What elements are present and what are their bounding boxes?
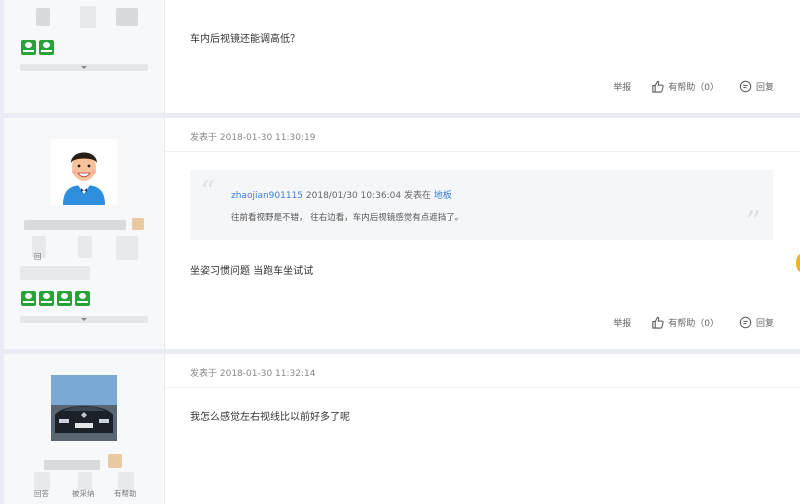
level-badge-icon: [21, 40, 36, 55]
blurred-user-stat: [36, 8, 50, 26]
blurred-user-stat: [20, 266, 90, 280]
reply-button[interactable]: 回复: [739, 316, 774, 329]
blurred-user-stat: [80, 6, 96, 28]
quote-time: 2018/01/30 10:36:04: [305, 191, 402, 201]
quote-user-link[interactable]: zhaojian901115: [231, 191, 303, 201]
reply-icon: [739, 80, 752, 93]
floating-tool-icon[interactable]: [796, 254, 800, 272]
post-timestamp: 发表于 2018-01-30 11:30:19: [190, 133, 316, 143]
post-2: 回 发表于 2018-01-30 11:30:19 “ zhaojian9011…: [4, 118, 800, 349]
expand-arrow-icon[interactable]: [81, 318, 87, 321]
level-badge-icon: [39, 40, 54, 55]
side-stat-accepted: 被采纳: [72, 489, 95, 498]
post-actions: 举报 有帮助（0） 回复: [593, 316, 774, 329]
level-badge-icon: [57, 291, 72, 306]
blurred-username: [24, 220, 126, 230]
post-3-body: 发表于 2018-01-30 11:32:14 我怎么感觉左右视线比以前好多了呢: [165, 354, 800, 504]
blurred-user-stat: [78, 236, 92, 258]
thumbs-up-icon: [652, 316, 664, 329]
quote-block: “ zhaojian901115 2018/01/30 10:36:04 发表在…: [190, 170, 773, 240]
quote-floor-link[interactable]: 地板: [434, 191, 452, 201]
side-stat-label: 回: [34, 252, 42, 261]
blurred-user-stat: [116, 8, 138, 26]
reply-label: 回复: [755, 319, 774, 329]
post-1-body: 车内后视镜还能调高低？ 举报 有帮助（0） 回复: [165, 0, 800, 113]
side-stat-helpful: 有帮助: [114, 489, 137, 498]
reply-label: 回复: [755, 83, 774, 93]
report-label: 举报: [613, 319, 632, 329]
post-2-body: 发表于 2018-01-30 11:30:19 “ zhaojian901115…: [165, 118, 800, 349]
open-quote-icon: “: [200, 175, 216, 210]
avatar[interactable]: [51, 375, 117, 441]
divider: [165, 151, 800, 152]
level-badge-icon: [39, 291, 54, 306]
report-label: 举报: [613, 83, 632, 93]
post-1: 车内后视镜还能调高低？ 举报 有帮助（0） 回复: [4, 0, 800, 113]
level-bar-icon: [108, 454, 122, 468]
close-quote-icon: ”: [745, 205, 761, 240]
helpful-label: 有帮助（0）: [668, 83, 719, 93]
quote-text: 往前看视野是不错， 往右边看，车内后视镜感觉有点遮挡了。: [231, 213, 464, 223]
level-bar-icon: [132, 218, 144, 230]
helpful-label: 有帮助（0）: [668, 319, 719, 329]
quote-posted-in: 发表在: [403, 191, 431, 201]
post-3-user-panel: 回答 被采纳 有帮助: [4, 354, 165, 504]
blurred-user-stat: [116, 236, 138, 260]
helpful-button[interactable]: 有帮助（0）: [651, 316, 719, 329]
reply-icon: [739, 316, 752, 329]
quote-header: zhaojian901115 2018/01/30 10:36:04 发表在 地…: [231, 188, 452, 201]
helpful-button[interactable]: 有帮助（0）: [651, 80, 719, 93]
level-badge-icon: [21, 291, 36, 306]
post-2-user-panel: 回: [4, 118, 165, 349]
thumbs-up-icon: [652, 80, 664, 93]
post-content: 车内后视镜还能调高低？: [190, 34, 300, 45]
post-content: 坐姿习惯问题 当跑车坐试试: [190, 266, 314, 277]
side-stat-answers: 回答: [34, 489, 49, 498]
divider: [165, 387, 800, 388]
report-button[interactable]: 举报: [613, 316, 631, 329]
report-button[interactable]: 举报: [613, 80, 631, 93]
post-actions: 举报 有帮助（0） 回复: [593, 80, 774, 93]
level-badge-icon: [75, 291, 90, 306]
post-content: 我怎么感觉左右视线比以前好多了呢: [190, 412, 350, 423]
post-timestamp: 发表于 2018-01-30 11:32:14: [190, 369, 316, 379]
expand-arrow-icon[interactable]: [81, 66, 87, 69]
post-1-user-panel: [4, 0, 165, 113]
post-3: 回答 被采纳 有帮助 发表于 2018-01-30 11:32:14 我怎么感觉…: [4, 354, 800, 504]
reply-button[interactable]: 回复: [739, 80, 774, 93]
blurred-username: [44, 460, 100, 470]
avatar[interactable]: [51, 139, 117, 205]
